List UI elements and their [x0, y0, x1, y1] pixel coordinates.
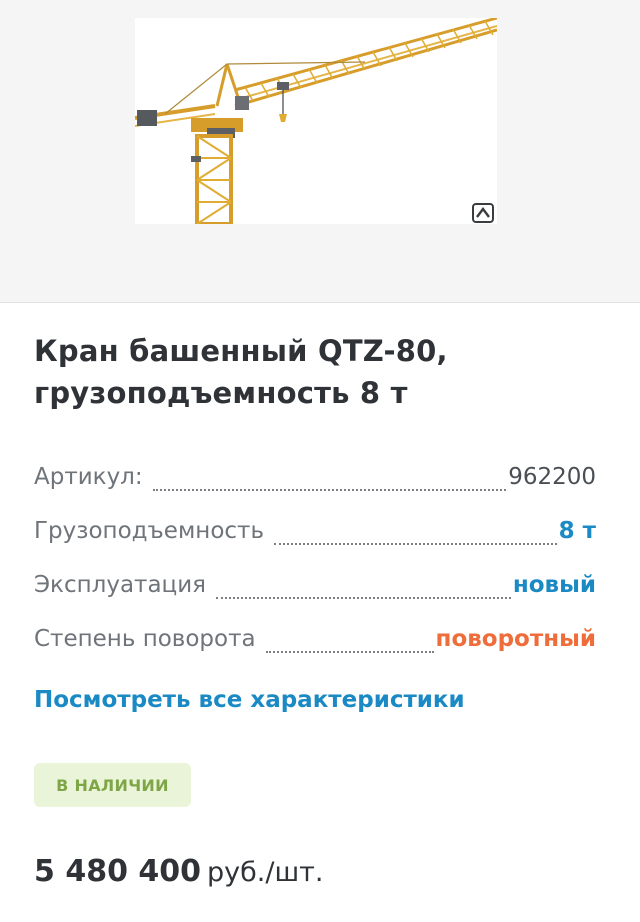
price: 5 480 400 руб./шт.	[34, 854, 323, 889]
spec-dots	[215, 566, 511, 599]
product-image-area	[0, 0, 640, 303]
spec-value-link[interactable]: поворотный	[436, 620, 596, 658]
product-image[interactable]	[135, 18, 497, 224]
product-card: Кран башенный QTZ-80, грузоподъемность 8…	[0, 0, 640, 922]
stock-badge: В НАЛИЧИИ	[34, 763, 191, 807]
spec-row-capacity: Грузоподъемность 8 т	[34, 512, 596, 566]
spec-label: Эксплуатация	[34, 572, 206, 598]
spec-row-rotation: Степень поворота поворотный	[34, 620, 596, 674]
product-title: Кран башенный QTZ-80, грузоподъемность 8…	[34, 334, 448, 410]
spec-dots	[274, 512, 557, 545]
spec-label: Артикул:	[34, 464, 143, 490]
spec-row-article: Артикул: 962200	[34, 458, 596, 512]
zoom-icon[interactable]	[472, 203, 494, 223]
spec-row-condition: Эксплуатация новый	[34, 566, 596, 620]
spec-value: 962200	[508, 464, 596, 490]
spec-value-link[interactable]: новый	[513, 566, 596, 604]
price-unit: руб./шт.	[207, 857, 324, 888]
spec-label: Степень поворота	[34, 626, 256, 652]
all-specs-link[interactable]: Посмотреть все характеристики	[34, 684, 465, 716]
spec-dots	[152, 458, 507, 491]
spec-value-link[interactable]: 8 т	[559, 512, 596, 550]
spec-dots	[265, 620, 434, 653]
spec-label: Грузоподъемность	[34, 518, 265, 544]
tower-crane-illustration	[135, 18, 497, 224]
price-amount: 5 480 400	[34, 854, 202, 889]
specs-list: Артикул: 962200 Грузоподъемность 8 т Экс…	[34, 458, 596, 674]
